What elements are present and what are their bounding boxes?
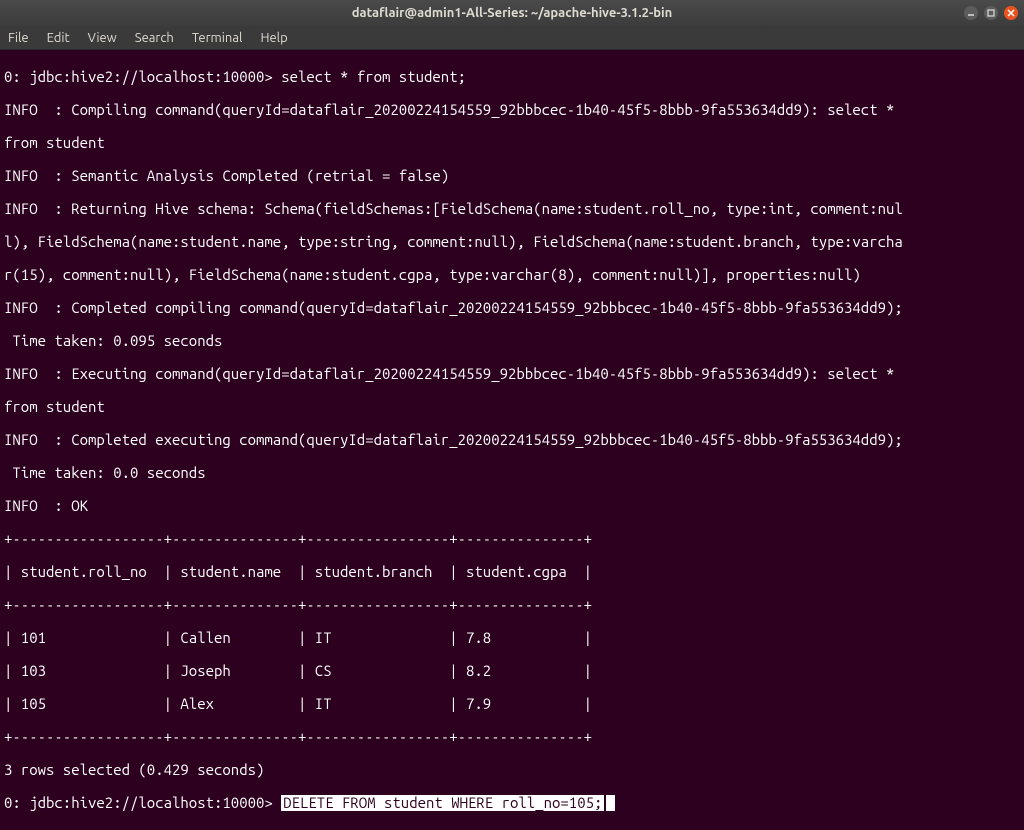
terminal-line: INFO : OK (4, 498, 1020, 515)
table-separator: +------------------+---------------+----… (4, 597, 1020, 614)
terminal-output[interactable]: 0: jdbc:hive2://localhost:10000> select … (0, 50, 1024, 830)
terminal-line: from student (4, 399, 1020, 416)
cursor-icon (606, 795, 615, 811)
table-row: | 103 | Joseph | CS | 8.2 | (4, 663, 1020, 680)
window-controls (964, 6, 1018, 20)
window-title: dataflair@admin1-All-Series: ~/apache-hi… (352, 6, 672, 20)
terminal-line: r(15), comment:null), FieldSchema(name:s… (4, 267, 1020, 284)
menu-terminal[interactable]: Terminal (192, 31, 243, 45)
terminal-line: Time taken: 0.0 seconds (4, 465, 1020, 482)
table-separator: +------------------+---------------+----… (4, 531, 1020, 548)
terminal-line: l), FieldSchema(name:student.name, type:… (4, 234, 1020, 251)
table-separator: +------------------+---------------+----… (4, 729, 1020, 746)
terminal-line: INFO : Completed compiling command(query… (4, 300, 1020, 317)
menu-edit[interactable]: Edit (47, 31, 70, 45)
terminal-line: INFO : Executing command(queryId=datafla… (4, 366, 1020, 383)
menu-search[interactable]: Search (135, 31, 174, 45)
terminal-line: 0: jdbc:hive2://localhost:10000> select … (4, 69, 1020, 86)
terminal-line: INFO : Compiling command(queryId=datafla… (4, 102, 1020, 119)
maximize-button[interactable] (984, 6, 998, 20)
table-row: | 105 | Alex | IT | 7.9 | (4, 696, 1020, 713)
prompt-line[interactable]: 0: jdbc:hive2://localhost:10000> DELETE … (4, 795, 1020, 812)
sql-input[interactable]: DELETE FROM student WHERE roll_no=105; (281, 795, 604, 812)
result-summary: 3 rows selected (0.429 seconds) (4, 762, 1020, 779)
terminal-line: Time taken: 0.095 seconds (4, 333, 1020, 350)
minimize-button[interactable] (964, 6, 978, 20)
window-titlebar: dataflair@admin1-All-Series: ~/apache-hi… (0, 0, 1024, 26)
close-button[interactable] (1004, 6, 1018, 20)
menubar: File Edit View Search Terminal Help (0, 26, 1024, 50)
menu-file[interactable]: File (8, 31, 29, 45)
terminal-line: INFO : Completed executing command(query… (4, 432, 1020, 449)
terminal-line: INFO : Semantic Analysis Completed (retr… (4, 168, 1020, 185)
terminal-line: INFO : Returning Hive schema: Schema(fie… (4, 201, 1020, 218)
table-header: | student.roll_no | student.name | stude… (4, 564, 1020, 581)
prompt-text: 0: jdbc:hive2://localhost:10000> (4, 795, 281, 812)
terminal-line: from student (4, 135, 1020, 152)
table-row: | 101 | Callen | IT | 7.8 | (4, 630, 1020, 647)
menu-view[interactable]: View (88, 31, 117, 45)
menu-help[interactable]: Help (260, 31, 287, 45)
